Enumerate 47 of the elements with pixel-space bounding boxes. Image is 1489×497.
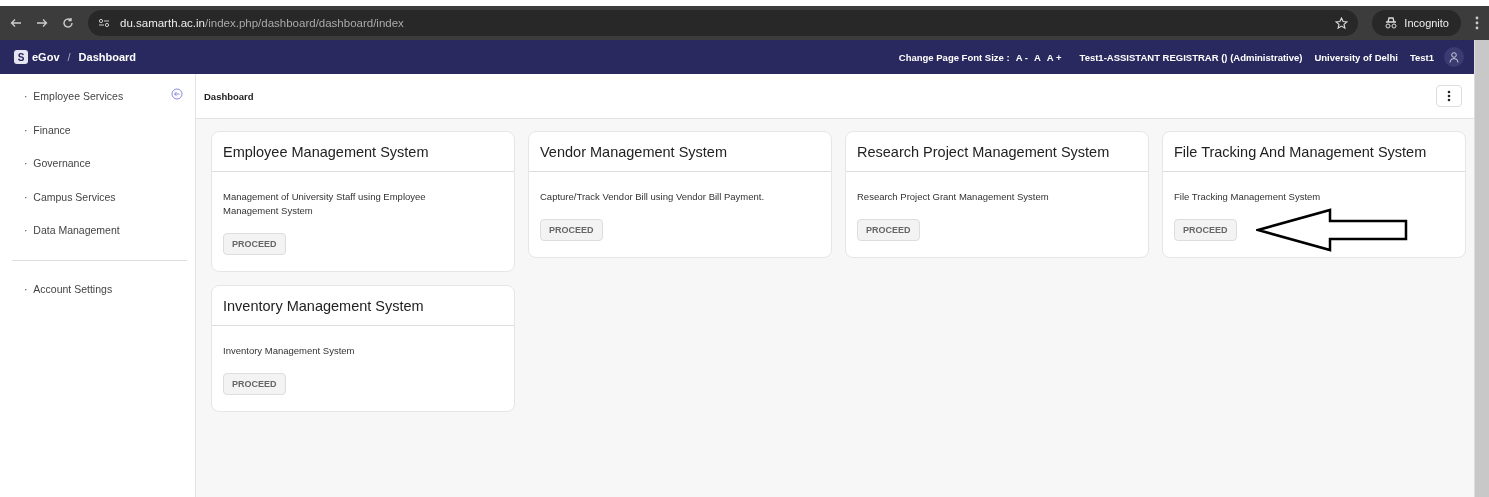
user-avatar-icon[interactable]: [1444, 47, 1464, 67]
sidebar-item[interactable]: · Governance: [12, 157, 187, 191]
font-size-button[interactable]: A -: [1015, 51, 1028, 63]
sidebar-item[interactable]: · Data Management: [12, 224, 187, 258]
address-bar[interactable]: du.samarth.ac.in/index.php/dashboard/dashboard/index: [88, 10, 1359, 36]
user-name[interactable]: Test1: [1409, 51, 1434, 63]
incognito-button[interactable]: Incognito: [1372, 10, 1461, 36]
site-settings-icon[interactable]: [98, 18, 110, 28]
scrollbar[interactable]: [1474, 40, 1489, 497]
sidebar-item[interactable]: · Campus Services: [12, 190, 187, 224]
reload-icon[interactable]: [62, 17, 74, 29]
sidebar-item[interactable]: · Account Settings: [12, 282, 187, 316]
card-description: Capture/Track Vendor Bill using Vendor Bill Payment.: [540, 190, 766, 204]
proceed-button[interactable]: PROCEED: [1174, 219, 1237, 241]
proceed-button[interactable]: PROCEED: [223, 232, 286, 255]
card-description: File Tracking Management System: [1174, 190, 1322, 204]
star-icon[interactable]: [1335, 16, 1349, 30]
proceed-button[interactable]: PROCEED: [540, 219, 603, 241]
card-title: Employee Management System: [212, 132, 514, 172]
card-title: File Tracking And Management System: [1163, 132, 1465, 172]
role-label[interactable]: Test1-ASSISTANT REGISTRAR () (Administrative): [1079, 51, 1303, 63]
menu-icon[interactable]: [1475, 16, 1479, 30]
url-text: du.samarth.ac.in/index.php/dashboard/dashboard/index: [120, 17, 405, 29]
card-title: Research Project Management System: [846, 132, 1148, 172]
card-title: Inventory Management System: [212, 285, 514, 326]
sidebar-item[interactable]: · Employee Services: [12, 90, 187, 124]
more-icon: [1447, 90, 1451, 102]
font-size-button[interactable]: A: [1033, 51, 1041, 63]
breadcrumb-separator: /: [67, 51, 71, 63]
logo-icon: S: [14, 50, 28, 64]
breadcrumb-current: Dashboard: [78, 51, 137, 63]
brand-link[interactable]: eGov: [32, 51, 60, 63]
font-size-button[interactable]: A +: [1046, 51, 1062, 63]
proceed-button[interactable]: PROCEED: [857, 219, 920, 241]
incognito-icon: [1384, 17, 1399, 29]
sidebar-item[interactable]: · Finance: [12, 123, 187, 157]
page-title: Dashboard: [204, 90, 254, 102]
card-title: Vendor Management System: [529, 132, 831, 172]
back-icon[interactable]: [10, 18, 22, 28]
university-label[interactable]: University of Delhi: [1314, 51, 1398, 63]
card-description: Research Project Grant Management System: [857, 190, 1050, 204]
forward-icon[interactable]: [36, 18, 48, 28]
more-options-button[interactable]: [1436, 85, 1462, 107]
card-description: Management of University Staff using Employee Management System: [223, 190, 427, 219]
card-description: Inventory Management System: [223, 343, 356, 358]
proceed-button[interactable]: PROCEED: [223, 372, 286, 395]
font-size-label: Change Page Font Size :: [898, 51, 1010, 63]
